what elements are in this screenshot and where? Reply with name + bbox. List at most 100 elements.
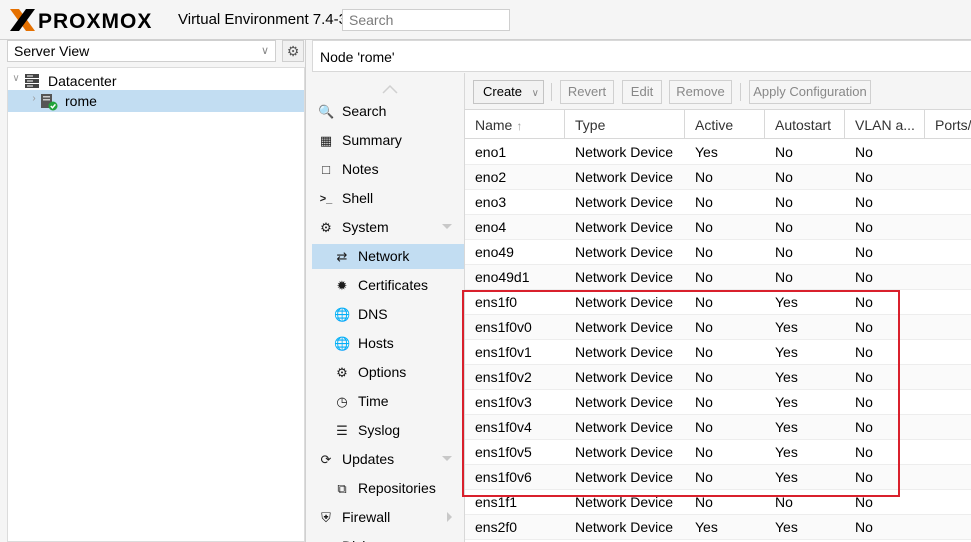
menu-item-label: Time bbox=[358, 393, 389, 409]
column-header-ports-slaves[interactable]: Ports/S bbox=[925, 110, 971, 139]
certificate-icon: ✹ bbox=[336, 278, 348, 293]
cell-name: eno49d1 bbox=[475, 269, 530, 285]
cell-active: No bbox=[695, 469, 713, 485]
search-input[interactable] bbox=[342, 9, 510, 31]
clock-icon: ◷ bbox=[336, 394, 348, 409]
menu-item-shell[interactable]: >_ Shell bbox=[312, 186, 464, 211]
edit-button[interactable]: Edit bbox=[622, 80, 662, 104]
collapse-caret-icon[interactable] bbox=[442, 456, 452, 461]
cell-vlan-aware: No bbox=[855, 469, 873, 485]
menu-item-label: Disks bbox=[342, 538, 376, 542]
proxmox-logo: PROXMOX bbox=[8, 7, 178, 33]
table-row[interactable]: ens1f0v1 Network Device No Yes No bbox=[465, 340, 971, 365]
menu-item-search[interactable]: 🔍 Search bbox=[312, 99, 464, 124]
view-select[interactable]: Server View ∨ bbox=[7, 40, 276, 62]
column-header-active[interactable]: Active bbox=[685, 110, 765, 139]
cell-type: Network Device bbox=[575, 319, 674, 335]
menu-item-hosts[interactable]: 🌐 Hosts bbox=[312, 331, 464, 356]
cell-active: No bbox=[695, 219, 713, 235]
scroll-up-icon[interactable] bbox=[382, 81, 398, 94]
table-row[interactable]: ens2f0 Network Device Yes Yes No bbox=[465, 515, 971, 540]
gear-icon: ⚙ bbox=[286, 43, 300, 59]
column-header-autostart[interactable]: Autostart bbox=[765, 110, 845, 139]
menu-item-notes[interactable]: □ Notes bbox=[312, 157, 464, 182]
table-row[interactable]: ens1f0v3 Network Device No Yes No bbox=[465, 390, 971, 415]
tree-expand-icon[interactable]: ∨ bbox=[10, 73, 22, 87]
cell-vlan-aware: No bbox=[855, 369, 873, 385]
expand-caret-icon[interactable] bbox=[447, 512, 452, 522]
cell-active: No bbox=[695, 294, 713, 310]
search-icon: 🔍 bbox=[318, 104, 335, 119]
network-icon: ⇄ bbox=[336, 249, 348, 264]
cell-autostart: Yes bbox=[775, 519, 798, 535]
shield-icon: ⛨ bbox=[321, 510, 331, 525]
table-row[interactable]: eno4 Network Device No No No bbox=[465, 215, 971, 240]
refresh-icon: ⟳ bbox=[320, 452, 332, 467]
cell-autostart: Yes bbox=[775, 444, 798, 460]
product-version: Virtual Environment 7.4-3 bbox=[178, 11, 347, 28]
table-row[interactable]: ens1f0v4 Network Device No Yes No bbox=[465, 415, 971, 440]
server-online-icon bbox=[40, 93, 58, 111]
menu-item-firewall[interactable]: ⛨ Firewall bbox=[312, 505, 464, 530]
table-row[interactable]: eno49 Network Device No No No bbox=[465, 240, 971, 265]
cell-name: ens1f0v3 bbox=[475, 394, 532, 410]
column-header-vlan-aware[interactable]: VLAN a... bbox=[845, 110, 925, 139]
column-header-name[interactable]: Name ↑ bbox=[465, 110, 565, 139]
tree-item-datacenter[interactable]: ∨ Datacenter bbox=[8, 70, 304, 92]
menu-item-syslog[interactable]: ☰ Syslog bbox=[312, 418, 464, 443]
cell-autostart: No bbox=[775, 219, 793, 235]
table-row[interactable]: ens1f0v5 Network Device No Yes No bbox=[465, 440, 971, 465]
menu-item-network[interactable]: ⇄ Network bbox=[312, 244, 464, 269]
cell-name: ens1f0v0 bbox=[475, 319, 532, 335]
menu-item-summary[interactable]: ▦ Summary bbox=[312, 128, 464, 153]
cell-name: eno2 bbox=[475, 169, 507, 185]
cell-active: Yes bbox=[695, 519, 718, 535]
menu-item-disks[interactable]: ▤Disks bbox=[312, 534, 464, 542]
cell-type: Network Device bbox=[575, 169, 674, 185]
tree-expand-icon[interactable]: › bbox=[28, 93, 40, 107]
remove-button[interactable]: Remove bbox=[669, 80, 732, 104]
menu-item-label: Hosts bbox=[358, 335, 394, 351]
table-row[interactable]: eno3 Network Device No No No bbox=[465, 190, 971, 215]
menu-item-updates[interactable]: ⟳ Updates bbox=[312, 447, 464, 472]
table-row[interactable]: eno2 Network Device No No No bbox=[465, 165, 971, 190]
menu-item-options[interactable]: ⚙ Options bbox=[312, 360, 464, 385]
collapse-caret-icon[interactable] bbox=[442, 224, 452, 229]
cell-type: Network Device bbox=[575, 494, 674, 510]
revert-button[interactable]: Revert bbox=[560, 80, 614, 104]
table-row[interactable]: ens1f0v6 Network Device No Yes No bbox=[465, 465, 971, 490]
menu-item-certificates[interactable]: ✹ Certificates bbox=[312, 273, 464, 298]
table-row[interactable]: ens1f0v2 Network Device No Yes No bbox=[465, 365, 971, 390]
menu-item-dns[interactable]: 🌐 DNS bbox=[312, 302, 464, 327]
create-button[interactable]: Create ∨ bbox=[473, 80, 544, 104]
menu-item-time[interactable]: ◷ Time bbox=[312, 389, 464, 414]
tree-item-rome[interactable]: › rome bbox=[8, 90, 304, 112]
table-row[interactable]: eno1 Network Device Yes No No bbox=[465, 140, 971, 165]
apply-configuration-button[interactable]: Apply Configuration bbox=[749, 80, 871, 104]
cell-name: eno4 bbox=[475, 219, 507, 235]
resource-tree: ∨ Datacenter › rome bbox=[7, 67, 305, 542]
gear-button[interactable]: ⚙ bbox=[282, 40, 304, 62]
table-row[interactable]: ens1f0 Network Device No Yes No bbox=[465, 290, 971, 315]
table-row[interactable]: ens1f1 Network Device No No No bbox=[465, 490, 971, 515]
cell-type: Network Device bbox=[575, 194, 674, 210]
table-row[interactable]: eno49d1 Network Device No No No bbox=[465, 265, 971, 290]
cell-type: Network Device bbox=[575, 469, 674, 485]
menu-item-repositories[interactable]: ⧉ Repositories bbox=[312, 476, 464, 501]
cell-name: ens2f0 bbox=[475, 519, 518, 535]
table-row[interactable]: ens1f0v0 Network Device No Yes No bbox=[465, 315, 971, 340]
cell-active: No bbox=[695, 419, 713, 435]
menu-item-label: Syslog bbox=[358, 422, 401, 438]
cell-autostart: No bbox=[775, 269, 793, 285]
menu-item-label: Updates bbox=[342, 451, 395, 467]
tree-item-label: rome bbox=[65, 93, 97, 109]
cell-autostart: No bbox=[775, 169, 793, 185]
proxmox-x-icon bbox=[10, 9, 35, 31]
menu-item-system[interactable]: ⚙ System bbox=[312, 215, 464, 240]
list-icon: ☰ bbox=[336, 423, 348, 438]
cell-autostart: Yes bbox=[775, 344, 798, 360]
cell-type: Network Device bbox=[575, 219, 674, 235]
cell-active: No bbox=[695, 344, 713, 360]
book-icon: ▦ bbox=[319, 133, 333, 148]
column-header-type[interactable]: Type bbox=[565, 110, 685, 139]
